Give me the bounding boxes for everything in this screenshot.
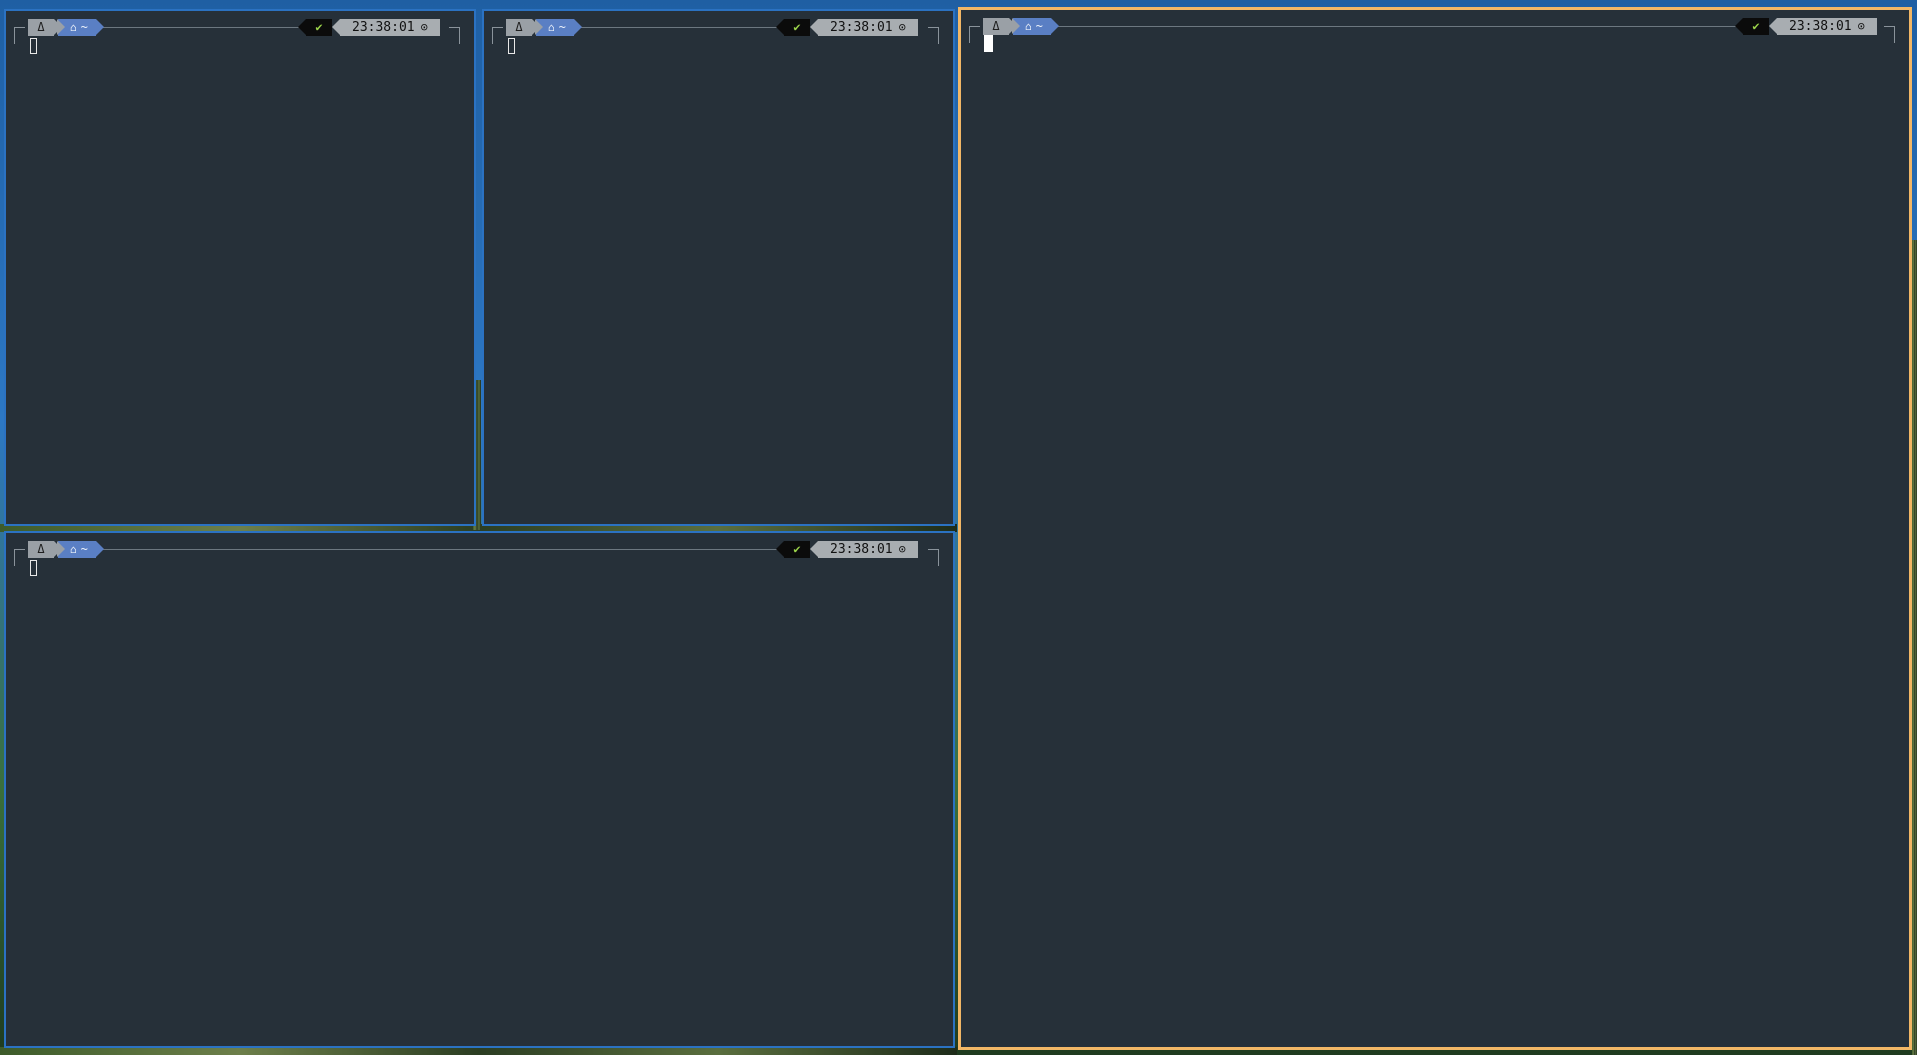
time-label: 23:38:01: [1789, 19, 1852, 34]
check-icon: ✔: [1752, 19, 1760, 33]
time-segment: 23:38:01 ⊙: [332, 19, 440, 36]
prompt-line: Δ ⌂ ~ ✔ 23:38:01 ⊙: [492, 18, 939, 44]
directory-segment: ⌂ ~: [535, 19, 582, 36]
terminal-cursor: [984, 35, 993, 52]
home-icon: ⌂: [548, 21, 555, 34]
check-icon: ✔: [793, 20, 801, 34]
directory-label: ~: [1035, 19, 1043, 33]
linux-tux-icon: Δ: [992, 19, 1000, 33]
directory-segment: ⌂ ~: [1012, 18, 1059, 35]
terminal-cursor: [508, 38, 515, 54]
check-icon: ✔: [793, 542, 801, 556]
os-segment: Δ: [983, 18, 1017, 35]
prompt-line: Δ ⌂ ~ ✔ 23:38:01 ⊙: [14, 18, 460, 44]
terminal-cursor: [30, 560, 37, 576]
prompt-bracket-right: [928, 27, 939, 44]
prompt-line: Δ ⌂ ~ ✔ 23:38:01 ⊙: [969, 17, 1895, 43]
home-icon: ⌂: [70, 21, 77, 34]
status-segment: ✔: [776, 541, 810, 558]
directory-segment: ⌂ ~: [57, 19, 104, 36]
clock-icon: ⊙: [898, 542, 906, 556]
home-icon: ⌂: [1025, 20, 1032, 33]
prompt-rule: [1051, 26, 1743, 27]
linux-tux-icon: Δ: [37, 20, 45, 34]
terminal-pane-top-middle[interactable]: Δ ⌂ ~ ✔ 23:38:01 ⊙: [482, 9, 955, 526]
desktop-wallpaper: Δ ⌂ ~ ✔ 23:38:01 ⊙ Δ ⌂ ~ ✔ 23:38:01 ⊙ Δ ⌂ ~ ✔…: [0, 0, 1917, 1055]
wallpaper-gap-bottom: [0, 1047, 957, 1055]
prompt-rule: [96, 549, 784, 550]
prompt-rule: [96, 27, 306, 28]
home-icon: ⌂: [70, 543, 77, 556]
time-segment: 23:38:01 ⊙: [1769, 18, 1877, 35]
linux-tux-icon: Δ: [515, 20, 523, 34]
terminal-cursor: [30, 38, 37, 54]
directory-label: ~: [558, 20, 566, 34]
clock-icon: ⊙: [420, 20, 428, 34]
directory-label: ~: [80, 20, 88, 34]
time-label: 23:38:01: [830, 20, 893, 35]
prompt-bracket-left: [14, 549, 25, 566]
time-label: 23:38:01: [830, 542, 893, 557]
linux-tux-icon: Δ: [37, 542, 45, 556]
wallpaper-gap-right: [1912, 240, 1917, 1055]
prompt-rule: [574, 27, 784, 28]
status-segment: ✔: [1735, 18, 1769, 35]
terminal-pane-right[interactable]: Δ ⌂ ~ ✔ 23:38:01 ⊙: [958, 7, 1912, 1050]
clock-icon: ⊙: [898, 20, 906, 34]
status-segment: ✔: [298, 19, 332, 36]
time-segment: 23:38:01 ⊙: [810, 19, 918, 36]
terminal-pane-bottom-left[interactable]: Δ ⌂ ~ ✔ 23:38:01 ⊙: [4, 531, 955, 1048]
time-label: 23:38:01: [352, 20, 415, 35]
os-segment: Δ: [28, 541, 62, 558]
prompt-bracket-right: [1884, 26, 1895, 43]
prompt-bracket-right: [928, 549, 939, 566]
time-segment: 23:38:01 ⊙: [810, 541, 918, 558]
prompt-bracket-right: [449, 27, 460, 44]
prompt-line: Δ ⌂ ~ ✔ 23:38:01 ⊙: [14, 540, 939, 566]
os-segment: Δ: [506, 19, 540, 36]
os-segment: Δ: [28, 19, 62, 36]
directory-label: ~: [80, 542, 88, 556]
prompt-bracket-left: [14, 27, 25, 44]
prompt-bracket-left: [969, 26, 980, 43]
status-segment: ✔: [776, 19, 810, 36]
directory-segment: ⌂ ~: [57, 541, 104, 558]
terminal-pane-top-left[interactable]: Δ ⌂ ~ ✔ 23:38:01 ⊙: [4, 9, 476, 526]
check-icon: ✔: [315, 20, 323, 34]
clock-icon: ⊙: [1857, 19, 1865, 33]
prompt-bracket-left: [492, 27, 503, 44]
